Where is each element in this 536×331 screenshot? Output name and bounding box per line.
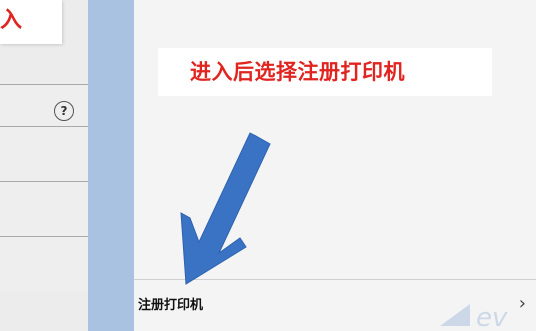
sidebar-row[interactable] bbox=[0, 126, 88, 181]
sidebar-row[interactable] bbox=[0, 181, 88, 236]
callout-box-left: 入 bbox=[0, 0, 62, 44]
callout-text-left: 入 bbox=[0, 8, 23, 33]
pane-divider bbox=[88, 0, 134, 331]
help-icon[interactable]: ? bbox=[54, 101, 74, 121]
watermark-logo: ev bbox=[440, 303, 508, 331]
register-printer-label: 注册打印机 bbox=[138, 298, 204, 313]
svg-text:ev: ev bbox=[476, 303, 508, 331]
sidebar-row[interactable] bbox=[0, 236, 88, 291]
instruction-text: 进入后选择注册打印机 bbox=[190, 60, 405, 84]
settings-sidebar: 入 ? bbox=[0, 0, 88, 331]
